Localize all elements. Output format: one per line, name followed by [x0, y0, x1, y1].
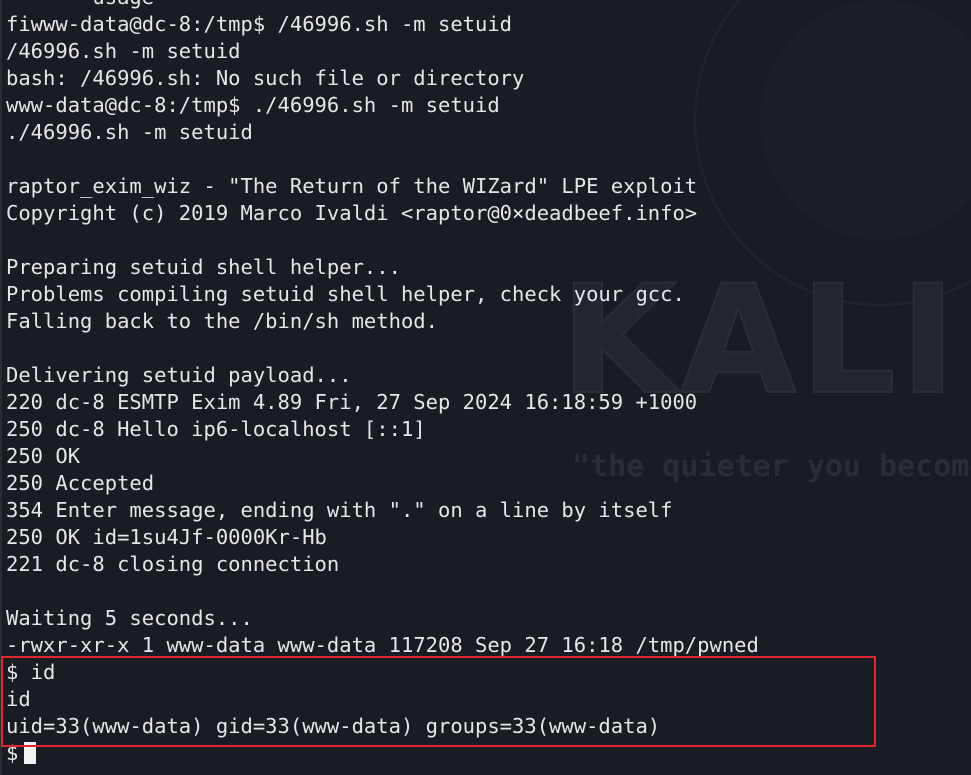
terminal-line: Problems compiling setuid shell helper, … — [6, 282, 685, 306]
terminal-line: Waiting 5 seconds... — [6, 606, 253, 630]
terminal-line: Delivering setuid payload... — [6, 363, 352, 387]
terminal-line: Preparing setuid shell helper... — [6, 255, 401, 279]
terminal-line: usage — [6, 0, 759, 11]
shell-prompt: $ — [6, 741, 19, 765]
terminal-output: usage fiwww-data@dc-8:/tmp$ /46996.sh -m… — [6, 0, 759, 767]
terminal-window[interactable]: KALI "the quieter you become usage fiwww… — [0, 0, 971, 775]
terminal-line: 221 dc-8 closing connection — [6, 552, 340, 576]
terminal-line: 354 Enter message, ending with "." on a … — [6, 498, 673, 522]
terminal-line: Falling back to the /bin/sh method. — [6, 309, 438, 333]
terminal-prompt-line[interactable]: $ — [6, 740, 759, 767]
terminal-line: -rwxr-xr-x 1 www-data www-data 117208 Se… — [6, 633, 759, 657]
terminal-line: id — [6, 687, 31, 711]
terminal-line: uid=33(www-data) gid=33(www-data) groups… — [6, 714, 661, 738]
terminal-line: 250 dc-8 Hello ip6-localhost [::1] — [6, 417, 426, 441]
terminal-line: $ id — [6, 660, 56, 684]
text-cursor[interactable] — [24, 742, 37, 764]
terminal-line: 250 Accepted — [6, 471, 155, 495]
wallpaper-circle-inner — [760, 0, 971, 240]
terminal-line: Copyright (c) 2019 Marco Ivaldi <raptor@… — [6, 201, 698, 225]
terminal-line: 250 OK — [6, 444, 81, 468]
terminal-line: raptor_exim_wiz - "The Return of the WIZ… — [6, 174, 698, 198]
terminal-line: www-data@dc-8:/tmp$ ./46996.sh -m setuid — [6, 93, 500, 117]
terminal-line: fiwww-data@dc-8:/tmp$ /46996.sh -m setui… — [6, 12, 513, 36]
window-left-edge — [0, 0, 2, 775]
terminal-line: /46996.sh -m setuid — [6, 39, 241, 63]
terminal-line: ./46996.sh -m setuid — [6, 120, 253, 144]
terminal-line: 220 dc-8 ESMTP Exim 4.89 Fri, 27 Sep 202… — [6, 390, 698, 414]
terminal-line: bash: /46996.sh: No such file or directo… — [6, 66, 525, 90]
terminal-line: 250 OK id=1su4Jf-0000Kr-Hb — [6, 525, 327, 549]
